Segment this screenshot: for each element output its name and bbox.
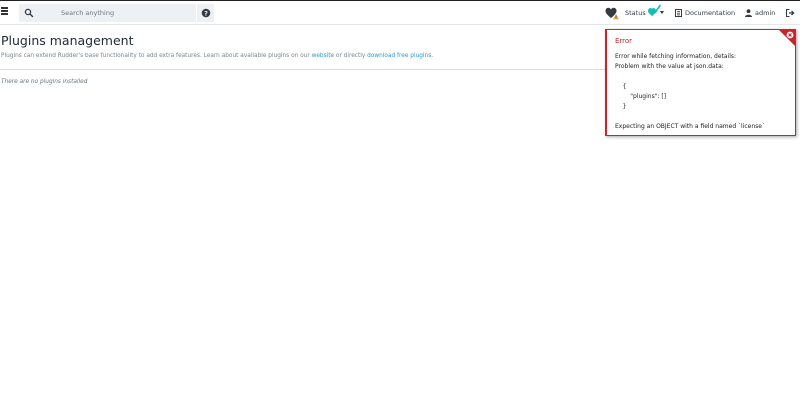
download-plugins-link[interactable]: download free plugins [367,53,431,59]
error-line: } [615,103,627,110]
search-input[interactable] [61,6,209,20]
help-icon[interactable]: ? [201,8,211,18]
user-icon [745,9,752,17]
error-line [615,112,765,122]
user-label: admin [755,9,776,17]
search-icon[interactable] [24,8,34,18]
status-menu[interactable]: Status [625,4,646,22]
status-check-icon[interactable] [645,3,661,19]
status-label: Status [625,9,646,17]
page-description: Plugins can extend Rudder's base functio… [1,53,433,59]
page-title: Plugins management [1,33,134,48]
error-line: Problem with the value at json.data: [615,63,724,70]
svg-text:?: ? [204,9,208,17]
error-line: Error while fetching information, detail… [615,53,737,60]
error-line: "plugins": [] [615,93,667,100]
search-bar: ? [19,4,214,22]
website-link[interactable]: website [312,53,334,59]
documentation-label: Documentation [685,9,736,17]
documentation-link[interactable]: Documentation [675,4,735,22]
chevron-down-icon[interactable] [660,11,664,14]
empty-plugins-message: There are no plugins installed [1,79,88,85]
error-line: Expecting an OBJECT with a field named `… [615,123,765,130]
description-middle: or directly [334,53,368,59]
documentation-icon [675,9,682,17]
error-line: { [615,83,627,90]
description-prefix: Plugins can extend Rudder's base functio… [1,53,312,59]
divider [0,69,605,70]
top-navbar: ? Status Documentation admin [0,1,800,25]
health-heart-icon[interactable] [604,5,620,21]
user-menu[interactable]: admin [745,4,775,22]
logout-icon[interactable] [786,9,795,17]
description-suffix: . [431,53,434,59]
error-line [615,72,765,82]
menu-icon[interactable] [1,7,9,17]
close-icon[interactable] [786,31,794,39]
search-separator [196,4,197,22]
error-message: Error while fetching information, detail… [615,52,765,132]
error-toast: Error Error while fetching information, … [605,29,796,136]
error-title: Error [615,37,633,45]
